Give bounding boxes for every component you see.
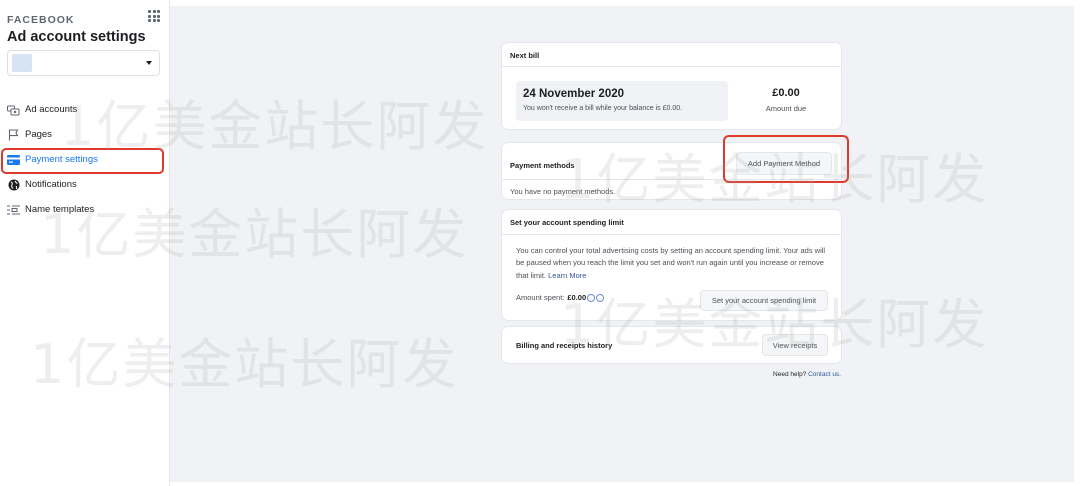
sidebar-item-label: Name templates [25,204,95,215]
view-receipts-button[interactable]: View receipts [762,334,828,356]
next-bill-card: Next bill 24 November 2020 You won't rec… [501,42,842,130]
payment-methods-title: Payment methods [510,161,575,170]
annotation-highlight-box [723,135,849,183]
divider [502,66,841,67]
ad-account-select[interactable] [7,50,160,76]
learn-more-link[interactable]: Learn More [548,271,586,280]
bill-date-box: 24 November 2020 You won't receive a bil… [516,81,728,121]
bill-date: 24 November 2020 [523,88,625,100]
name-templates-icon [7,203,20,216]
flag-icon [7,128,20,141]
billing-history-title: Billing and receipts history [516,341,613,350]
globe-icon [7,178,20,191]
sidebar-item-payment-settings[interactable]: Payment settings [0,147,170,174]
amount-due-label: Amount due [765,104,807,113]
page-title: Ad account settings [7,29,146,45]
contact-us-link[interactable]: Contact us. [808,371,841,378]
bill-note: You won't receive a bill while your bala… [523,105,683,112]
main-content: Next bill 24 November 2020 You won't rec… [170,6,1074,482]
spending-limit-description: You can control your total advertising c… [516,245,826,282]
spending-limit-card: Set your account spending limit You can … [501,209,842,321]
next-bill-title: Next bill [510,51,540,60]
sidebar-item-ad-accounts[interactable]: Ad accounts [0,97,170,122]
billing-history-card: Billing and receipts history View receip… [501,326,842,364]
amount-spent-label: Amount spent: [516,293,565,302]
amount-due-value: £0.00 [772,87,800,99]
help-footer: Need help? Contact us. [730,371,841,378]
no-payment-methods-text: You have no payment methods. [510,187,616,196]
sidebar-item-label: Notifications [25,179,77,190]
sidebar-item-label: Pages [25,129,52,140]
sidebar-item-label: Ad accounts [25,104,78,115]
apps-grid-icon[interactable] [148,10,160,22]
spending-limit-title: Set your account spending limit [510,218,624,227]
loading-spinner-icon [596,293,605,302]
account-avatar [12,54,32,72]
amount-spent-value: £0.00 [567,293,587,302]
facebook-logo[interactable]: FACEBOOK [7,14,75,26]
sidebar-item-notifications[interactable]: Notifications [0,172,170,197]
caret-down-icon [146,61,152,65]
sidebar-nav: Ad accounts Pages Payment settings Notif… [0,97,170,222]
amount-spent: Amount spent: £0.00 [516,293,605,302]
divider [502,234,841,235]
brand-row: FACEBOOK [7,10,162,26]
ad-accounts-icon [7,103,20,116]
annotation-highlight-box [1,148,164,174]
sidebar-item-name-templates[interactable]: Name templates [0,197,170,222]
help-text: Need help? [773,371,807,378]
set-spending-limit-button[interactable]: Set your account spending limit [700,290,828,311]
sidebar-item-pages[interactable]: Pages [0,122,170,147]
loading-spinner-icon [587,293,596,302]
sidebar: FACEBOOK Ad account settings Ad accounts… [0,0,170,486]
